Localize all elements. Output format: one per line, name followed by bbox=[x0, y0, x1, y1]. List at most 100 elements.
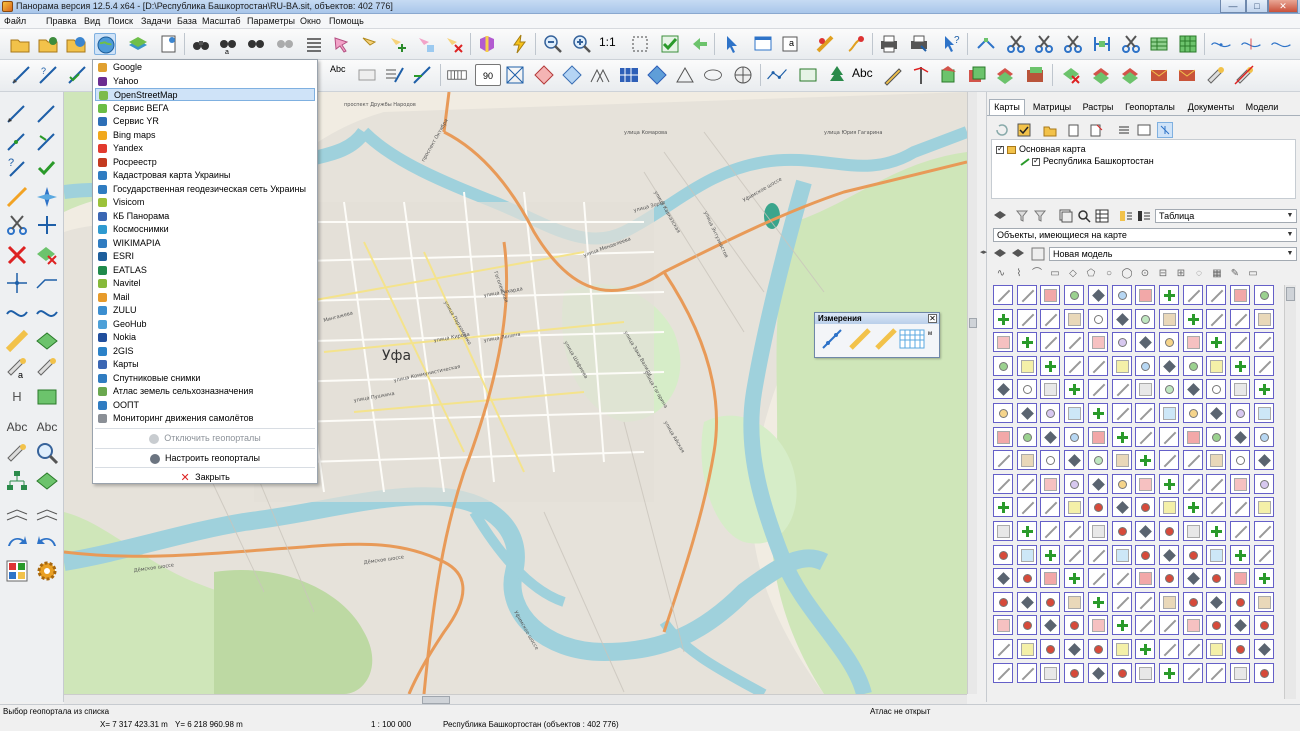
symbol-cell[interactable] bbox=[1253, 403, 1274, 423]
symbol-cell[interactable] bbox=[1016, 285, 1037, 305]
edit-object-icon[interactable] bbox=[359, 33, 381, 55]
check-icon[interactable] bbox=[659, 33, 681, 55]
symbol-cell[interactable] bbox=[1182, 450, 1203, 471]
geoportal-item[interactable]: ESRI bbox=[95, 250, 315, 263]
symbol-cell[interactable] bbox=[1135, 544, 1156, 565]
symbol-cell[interactable] bbox=[1111, 615, 1132, 636]
angle-90-button[interactable]: 90 bbox=[475, 64, 501, 86]
symbol-cell[interactable] bbox=[1230, 521, 1250, 541]
menu-view[interactable]: Вид bbox=[84, 16, 100, 26]
pin-panel-icon[interactable] bbox=[1157, 122, 1173, 138]
symbol-cell[interactable] bbox=[1111, 450, 1132, 471]
symbol-type-icon[interactable]: ✎ bbox=[1227, 266, 1243, 282]
objects-filter-select[interactable]: Объекты, имеющиеся на карте ▼ bbox=[993, 228, 1297, 242]
select-object-icon[interactable] bbox=[331, 33, 353, 55]
pencil-icon[interactable] bbox=[882, 64, 904, 86]
symbol-type-icon[interactable]: ▦ bbox=[1209, 266, 1225, 282]
symbol-cell[interactable] bbox=[1230, 426, 1250, 447]
symbol-cell[interactable] bbox=[1158, 521, 1179, 541]
geoportal-item[interactable]: Мониторинг движения самолётов bbox=[95, 412, 315, 425]
layer-copy-icon[interactable] bbox=[966, 64, 988, 86]
configure-geoportals-button[interactable]: Настроить геопорталы bbox=[93, 449, 317, 467]
circle-grid-icon[interactable] bbox=[732, 64, 754, 86]
arrow-route-icon[interactable] bbox=[34, 270, 60, 296]
rhomb-red-icon[interactable] bbox=[533, 64, 555, 86]
geoportal-item[interactable]: ZULU bbox=[95, 304, 315, 317]
symbol-type-icon[interactable]: ⊟ bbox=[1155, 266, 1171, 282]
symbol-cell[interactable] bbox=[1111, 568, 1132, 589]
tab-geoportals[interactable]: Геопорталы bbox=[1120, 99, 1180, 115]
geoportal-item[interactable]: Кадастровая карта Украины bbox=[95, 169, 315, 182]
symbol-cell[interactable] bbox=[1135, 497, 1156, 518]
menu-edit[interactable]: Правка bbox=[46, 16, 76, 26]
filter-icon[interactable] bbox=[1015, 209, 1029, 223]
tab-maps[interactable]: Карты bbox=[989, 99, 1025, 115]
symbol-cell[interactable] bbox=[1182, 285, 1203, 305]
symbol-cell[interactable] bbox=[1111, 332, 1132, 353]
help-pointer-icon[interactable]: ? bbox=[940, 33, 962, 55]
model-list-icon[interactable] bbox=[1031, 247, 1045, 261]
geoportal-item[interactable]: WIKIMAPIA bbox=[95, 237, 315, 250]
symbol-type-icon[interactable]: ⌒ bbox=[1029, 266, 1045, 282]
symbol-cell[interactable] bbox=[1253, 473, 1274, 494]
minimize-button[interactable]: — bbox=[1220, 0, 1246, 13]
vertex-edit-icon[interactable] bbox=[975, 33, 997, 55]
curve-icon[interactable] bbox=[4, 298, 30, 324]
symbol-cell[interactable] bbox=[1016, 332, 1037, 353]
height-tool-button[interactable]: H bbox=[4, 384, 30, 410]
symbol-cell[interactable] bbox=[1182, 332, 1203, 353]
symbol-cell[interactable] bbox=[1040, 308, 1061, 329]
ruler-pin-icon[interactable] bbox=[814, 33, 836, 55]
symbol-cell[interactable] bbox=[1182, 662, 1203, 683]
filter-edit-icon[interactable] bbox=[1033, 209, 1047, 223]
symbol-cell[interactable] bbox=[1158, 332, 1179, 353]
polyline-draw-icon[interactable] bbox=[411, 64, 433, 86]
split-icon[interactable] bbox=[1062, 33, 1084, 55]
symbol-cell[interactable] bbox=[993, 662, 1013, 683]
rhomb-blue-icon[interactable] bbox=[561, 64, 583, 86]
symbol-cell[interactable] bbox=[1016, 521, 1037, 541]
geoportal-item[interactable]: Сервис ВЕГА bbox=[95, 102, 315, 115]
tab-models[interactable]: Модели bbox=[1242, 99, 1282, 115]
symbol-cell[interactable] bbox=[1087, 497, 1108, 518]
symbol-cell[interactable] bbox=[993, 615, 1013, 636]
symbol-cell[interactable] bbox=[993, 544, 1013, 565]
symbol-grid-scrollbar[interactable] bbox=[1284, 285, 1296, 699]
symbol-cell[interactable] bbox=[1040, 544, 1061, 565]
open-data-icon[interactable] bbox=[37, 33, 59, 55]
list-icon[interactable] bbox=[303, 33, 325, 55]
symbol-cell[interactable] bbox=[1087, 473, 1108, 494]
pen-help-icon[interactable]: ? bbox=[4, 154, 30, 180]
symbol-cell[interactable] bbox=[1064, 568, 1085, 589]
window-select-icon[interactable] bbox=[752, 33, 774, 55]
symbol-cell[interactable] bbox=[1253, 308, 1274, 329]
list-draw-icon[interactable] bbox=[383, 64, 405, 86]
symbol-type-icon[interactable]: ◯ bbox=[1119, 266, 1135, 282]
symbol-cell[interactable] bbox=[1087, 544, 1108, 565]
symbol-cell[interactable] bbox=[993, 639, 1013, 659]
symbol-cell[interactable] bbox=[1135, 403, 1156, 423]
symbol-cell[interactable] bbox=[1230, 591, 1250, 612]
symbol-cell[interactable] bbox=[1158, 568, 1179, 589]
compass-icon[interactable] bbox=[34, 184, 60, 210]
label-abc-button[interactable]: Abc bbox=[2, 414, 32, 440]
scroll-thumb[interactable] bbox=[969, 318, 977, 328]
tab-matrices[interactable]: Матрицы bbox=[1028, 99, 1076, 115]
scroll-thumb[interactable] bbox=[422, 696, 450, 704]
close-measurements-button[interactable]: ✕ bbox=[928, 314, 937, 323]
copy-view-icon[interactable] bbox=[1059, 209, 1073, 223]
binoculars-icon[interactable] bbox=[190, 33, 212, 55]
symbol-cell[interactable] bbox=[1135, 591, 1156, 612]
symbol-cell[interactable] bbox=[1182, 426, 1203, 447]
geoportal-item[interactable]: Yandex bbox=[95, 142, 315, 155]
view-mode-select[interactable]: Таблица ▼ bbox=[1155, 209, 1297, 223]
settings-gear-icon[interactable] bbox=[34, 558, 60, 584]
symbol-cell[interactable] bbox=[1016, 379, 1037, 400]
cut-icon[interactable] bbox=[1005, 33, 1027, 55]
triangle-outline-icon[interactable] bbox=[674, 64, 696, 86]
add-folder-icon[interactable] bbox=[1043, 123, 1057, 137]
geoportal-item[interactable]: Сервис YR bbox=[95, 115, 315, 128]
symbol-cell[interactable] bbox=[1016, 426, 1037, 447]
app-icon[interactable] bbox=[2, 1, 13, 12]
label-abc-edit-button[interactable]: Abc bbox=[32, 414, 62, 440]
